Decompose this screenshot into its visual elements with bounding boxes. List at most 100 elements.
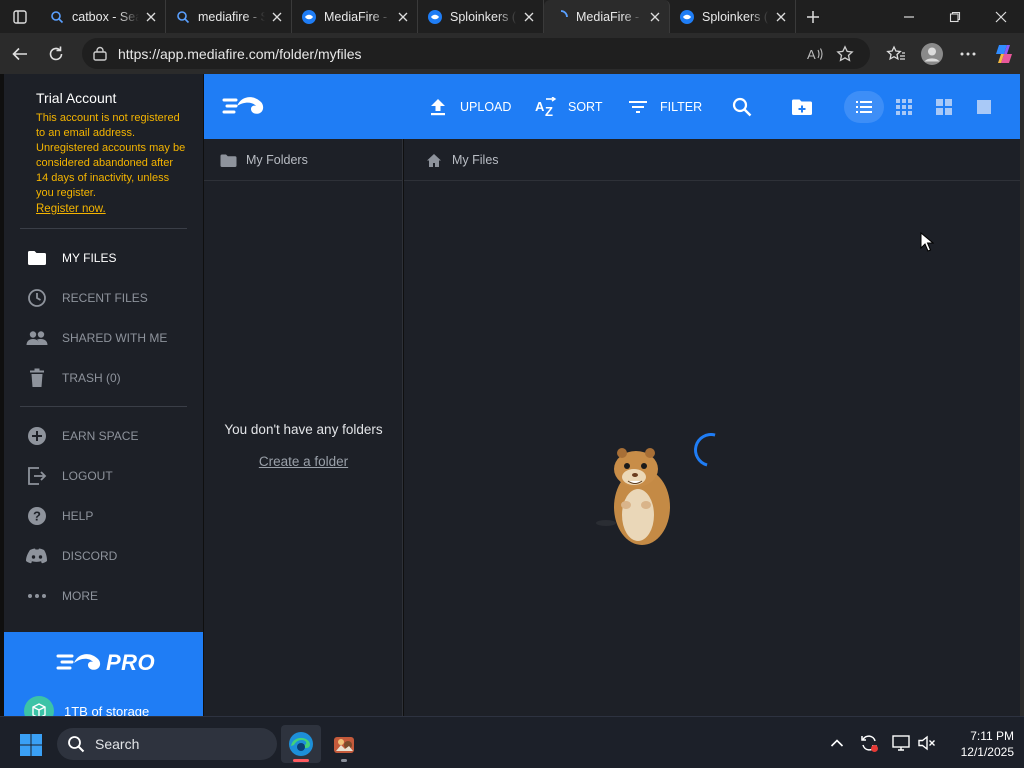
- minimize-button[interactable]: [886, 0, 932, 33]
- tab-title: Sploinkers (I: [450, 9, 517, 24]
- favorite-button[interactable]: [830, 40, 860, 68]
- volume-tray-icon[interactable]: [916, 733, 938, 753]
- logout-icon: [26, 465, 48, 487]
- profile-button[interactable]: [914, 36, 950, 72]
- breadcrumb[interactable]: My Files: [404, 139, 499, 181]
- create-folder-link[interactable]: Create a folder: [204, 454, 403, 469]
- clock-date: 12/1/2025: [960, 745, 1014, 759]
- restore-button[interactable]: [932, 0, 978, 33]
- sidebar-item-label: RECENT FILES: [62, 291, 148, 305]
- taskbar-app-edge[interactable]: [281, 725, 321, 763]
- copilot-icon: [996, 44, 1012, 63]
- large-tile-icon: [977, 100, 991, 114]
- svg-text:Z: Z: [545, 104, 553, 117]
- mediafire-logo[interactable]: [222, 92, 266, 125]
- account-warning: This account is not registered to an ema…: [36, 112, 186, 199]
- large-view-button[interactable]: [964, 91, 1004, 123]
- search-icon: [51, 10, 64, 23]
- browser-tab[interactable]: Sploinkers (I: [670, 0, 796, 33]
- list-view-button[interactable]: [844, 91, 884, 123]
- filter-label: FILTER: [660, 100, 703, 114]
- site-info-icon[interactable]: [92, 46, 108, 62]
- grid-view-button[interactable]: [924, 91, 964, 123]
- filter-icon: [626, 95, 650, 119]
- taskbar-search[interactable]: Search: [57, 728, 277, 760]
- filter-button[interactable]: FILTER: [626, 95, 702, 119]
- refresh-button[interactable]: [38, 36, 74, 72]
- tab-title: MediaFire - (: [324, 9, 391, 24]
- sidebar-item-recent-files[interactable]: RECENT FILES: [26, 286, 196, 310]
- my-folders-header[interactable]: My Folders: [204, 139, 308, 181]
- sidebar-item-help[interactable]: ? HELP: [26, 504, 196, 528]
- favorites-button[interactable]: [878, 36, 914, 72]
- page-scrollbar[interactable]: [1020, 74, 1024, 716]
- update-tray-icon[interactable]: [858, 733, 880, 753]
- read-aloud-button[interactable]: A: [800, 40, 830, 68]
- sidebar-item-more[interactable]: MORE: [26, 584, 196, 608]
- new-tab-button[interactable]: [796, 0, 830, 33]
- mediafire-icon: [428, 9, 442, 24]
- tab-actions-button[interactable]: [0, 0, 40, 33]
- view-mode-selector: [844, 91, 1008, 123]
- svg-text:A: A: [535, 99, 545, 114]
- close-tab-icon[interactable]: [145, 11, 157, 23]
- help-icon: ?: [26, 505, 48, 527]
- clock-icon: [26, 287, 48, 309]
- close-tab-icon[interactable]: [271, 11, 283, 23]
- read-aloud-icon: A: [807, 47, 823, 62]
- close-tab-icon[interactable]: [397, 11, 409, 23]
- mediafire-page: Trial Account This account is not regist…: [0, 74, 1024, 726]
- url-text[interactable]: https://app.mediafire.com/folder/myfiles: [118, 46, 800, 62]
- sidebar-item-trash[interactable]: TRASH (0): [26, 366, 196, 390]
- discord-icon: [26, 545, 48, 567]
- system-clock[interactable]: 7:11 PM 12/1/2025: [942, 728, 1014, 760]
- sort-button[interactable]: AZ SORT: [534, 95, 603, 119]
- sidebar-item-shared-with-me[interactable]: SHARED WITH ME: [26, 326, 196, 350]
- close-tab-icon[interactable]: [649, 11, 661, 23]
- start-button[interactable]: [19, 733, 43, 762]
- sidebar-item-discord[interactable]: DISCORD: [26, 544, 196, 568]
- plus-circle-icon: [26, 425, 48, 447]
- browser-tab[interactable]: mediafire - S: [166, 0, 292, 33]
- trash-icon: [26, 367, 48, 389]
- browser-tab[interactable]: Sploinkers (I: [418, 0, 544, 33]
- browser-tab-active[interactable]: MediaFire - (: [544, 0, 670, 33]
- taskbar-app-game[interactable]: [324, 725, 364, 763]
- active-indicator: [293, 759, 309, 762]
- hamster-icon: [596, 448, 670, 545]
- browser-tab[interactable]: MediaFire - (: [292, 0, 418, 33]
- show-hidden-icons-button[interactable]: [826, 733, 848, 753]
- close-tab-icon[interactable]: [523, 11, 535, 23]
- upload-button[interactable]: UPLOAD: [426, 95, 511, 119]
- sidebar-item-my-files[interactable]: MY FILES: [26, 246, 196, 270]
- browser-tab[interactable]: catbox - Sea: [40, 0, 166, 33]
- new-folder-button[interactable]: [790, 95, 824, 119]
- close-window-button[interactable]: [978, 0, 1024, 33]
- running-indicator: [341, 759, 347, 762]
- restore-icon: [949, 11, 961, 22]
- back-button[interactable]: [2, 36, 38, 72]
- sort-label: SORT: [568, 100, 603, 114]
- address-bar[interactable]: https://app.mediafire.com/folder/myfiles…: [82, 38, 870, 69]
- sidebar-item-logout[interactable]: LOGOUT: [26, 464, 196, 488]
- svg-text:A: A: [807, 47, 816, 62]
- search-button[interactable]: [730, 95, 764, 119]
- settings-more-button[interactable]: [950, 36, 986, 72]
- empty-folders-text: You don't have any folders: [224, 422, 383, 437]
- copilot-button[interactable]: [986, 36, 1022, 72]
- register-link[interactable]: Register now.: [36, 203, 186, 215]
- sidebar-item-earn-space[interactable]: EARN SPACE: [26, 424, 196, 448]
- pro-upsell-panel[interactable]: PRO 1TB of storage: [4, 632, 203, 726]
- small-grid-view-button[interactable]: [884, 91, 924, 123]
- svg-text:?: ?: [33, 509, 41, 524]
- more-icon: [26, 585, 48, 607]
- folder-plus-icon: [790, 95, 814, 119]
- network-tray-icon[interactable]: [890, 733, 912, 753]
- volume-muted-icon: [918, 735, 935, 751]
- display-network-icon: [892, 735, 910, 751]
- sync-alert-icon: [861, 735, 878, 752]
- search-icon: [67, 734, 87, 754]
- upload-label: UPLOAD: [460, 100, 512, 114]
- close-tab-icon[interactable]: [775, 11, 787, 23]
- tab-title: MediaFire - (: [576, 9, 643, 24]
